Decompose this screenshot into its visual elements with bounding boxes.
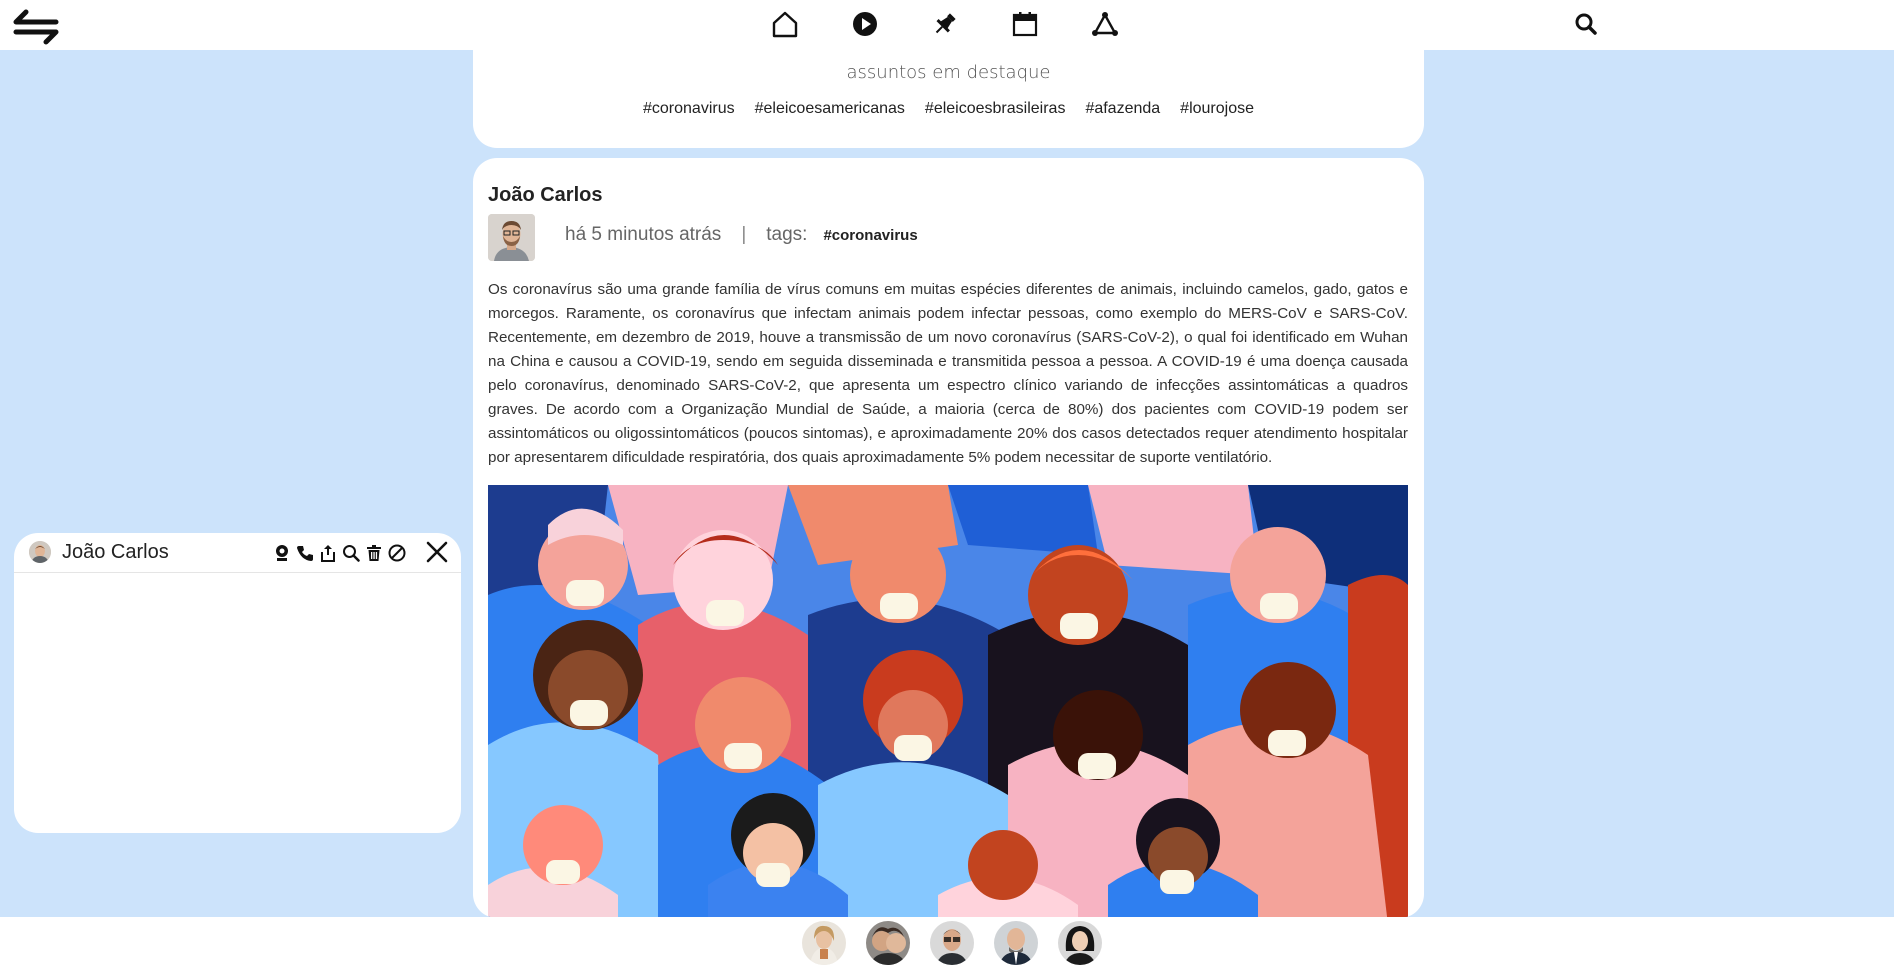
avatar bbox=[29, 541, 51, 563]
contact-avatar[interactable] bbox=[930, 921, 974, 965]
calendar-icon[interactable] bbox=[1010, 8, 1040, 40]
search-icon[interactable] bbox=[1574, 12, 1598, 38]
post-tag[interactable]: #coronavirus bbox=[823, 227, 917, 244]
post-meta: há 5 minutos atrás | tags: #coronavirus bbox=[565, 224, 918, 246]
contact-avatar[interactable] bbox=[802, 921, 846, 965]
pin-icon[interactable] bbox=[930, 8, 960, 40]
chat-toolbar bbox=[272, 542, 407, 564]
trash-icon[interactable] bbox=[364, 542, 384, 564]
block-icon[interactable] bbox=[387, 542, 407, 564]
main-nav bbox=[770, 8, 1120, 40]
close-icon[interactable] bbox=[424, 539, 450, 565]
trending-tag[interactable]: #eleicoesamericanas bbox=[755, 100, 905, 118]
home-icon[interactable] bbox=[770, 8, 800, 40]
share-icon[interactable] bbox=[318, 542, 338, 564]
search-icon[interactable] bbox=[341, 542, 361, 564]
trending-tags: #coronavirus #eleicoesamericanas #eleico… bbox=[473, 100, 1424, 118]
trending-tag[interactable]: #lourojose bbox=[1180, 100, 1254, 118]
chat-contact-name: João Carlos bbox=[62, 541, 169, 563]
swap-arrows-icon[interactable] bbox=[12, 6, 60, 46]
trending-tag[interactable]: #afazenda bbox=[1085, 100, 1160, 118]
trending-title: assuntos em destaque bbox=[846, 62, 1051, 83]
chat-header: João Carlos bbox=[14, 533, 461, 573]
contact-avatar[interactable] bbox=[866, 921, 910, 965]
top-navigation-bar bbox=[0, 0, 1894, 50]
trending-tag[interactable]: #coronavirus bbox=[643, 100, 735, 118]
post-image[interactable] bbox=[488, 485, 1408, 918]
post-body-text: Os coronavírus são uma grande família de… bbox=[488, 281, 1408, 466]
tags-label: tags: bbox=[766, 224, 808, 245]
avatar[interactable] bbox=[488, 214, 535, 261]
contact-avatar[interactable] bbox=[994, 921, 1038, 965]
post-timestamp: há 5 minutos atrás bbox=[565, 224, 722, 245]
phone-icon[interactable] bbox=[295, 542, 315, 564]
webcam-icon[interactable] bbox=[272, 542, 292, 564]
trending-tag[interactable]: #eleicoesbrasileiras bbox=[925, 100, 1066, 118]
online-contacts bbox=[802, 921, 1102, 965]
chat-messages-area[interactable] bbox=[14, 574, 461, 829]
meta-separator: | bbox=[741, 224, 747, 245]
network-icon[interactable] bbox=[1090, 8, 1120, 40]
contacts-bar bbox=[0, 917, 1894, 967]
post-author-name[interactable]: João Carlos bbox=[488, 184, 602, 207]
contact-avatar[interactable] bbox=[1058, 921, 1102, 965]
post-card: João Carlos há 5 minutos atrás | tags: #… bbox=[473, 158, 1424, 918]
play-icon[interactable] bbox=[850, 8, 880, 40]
chat-window: João Carlos bbox=[14, 533, 461, 833]
